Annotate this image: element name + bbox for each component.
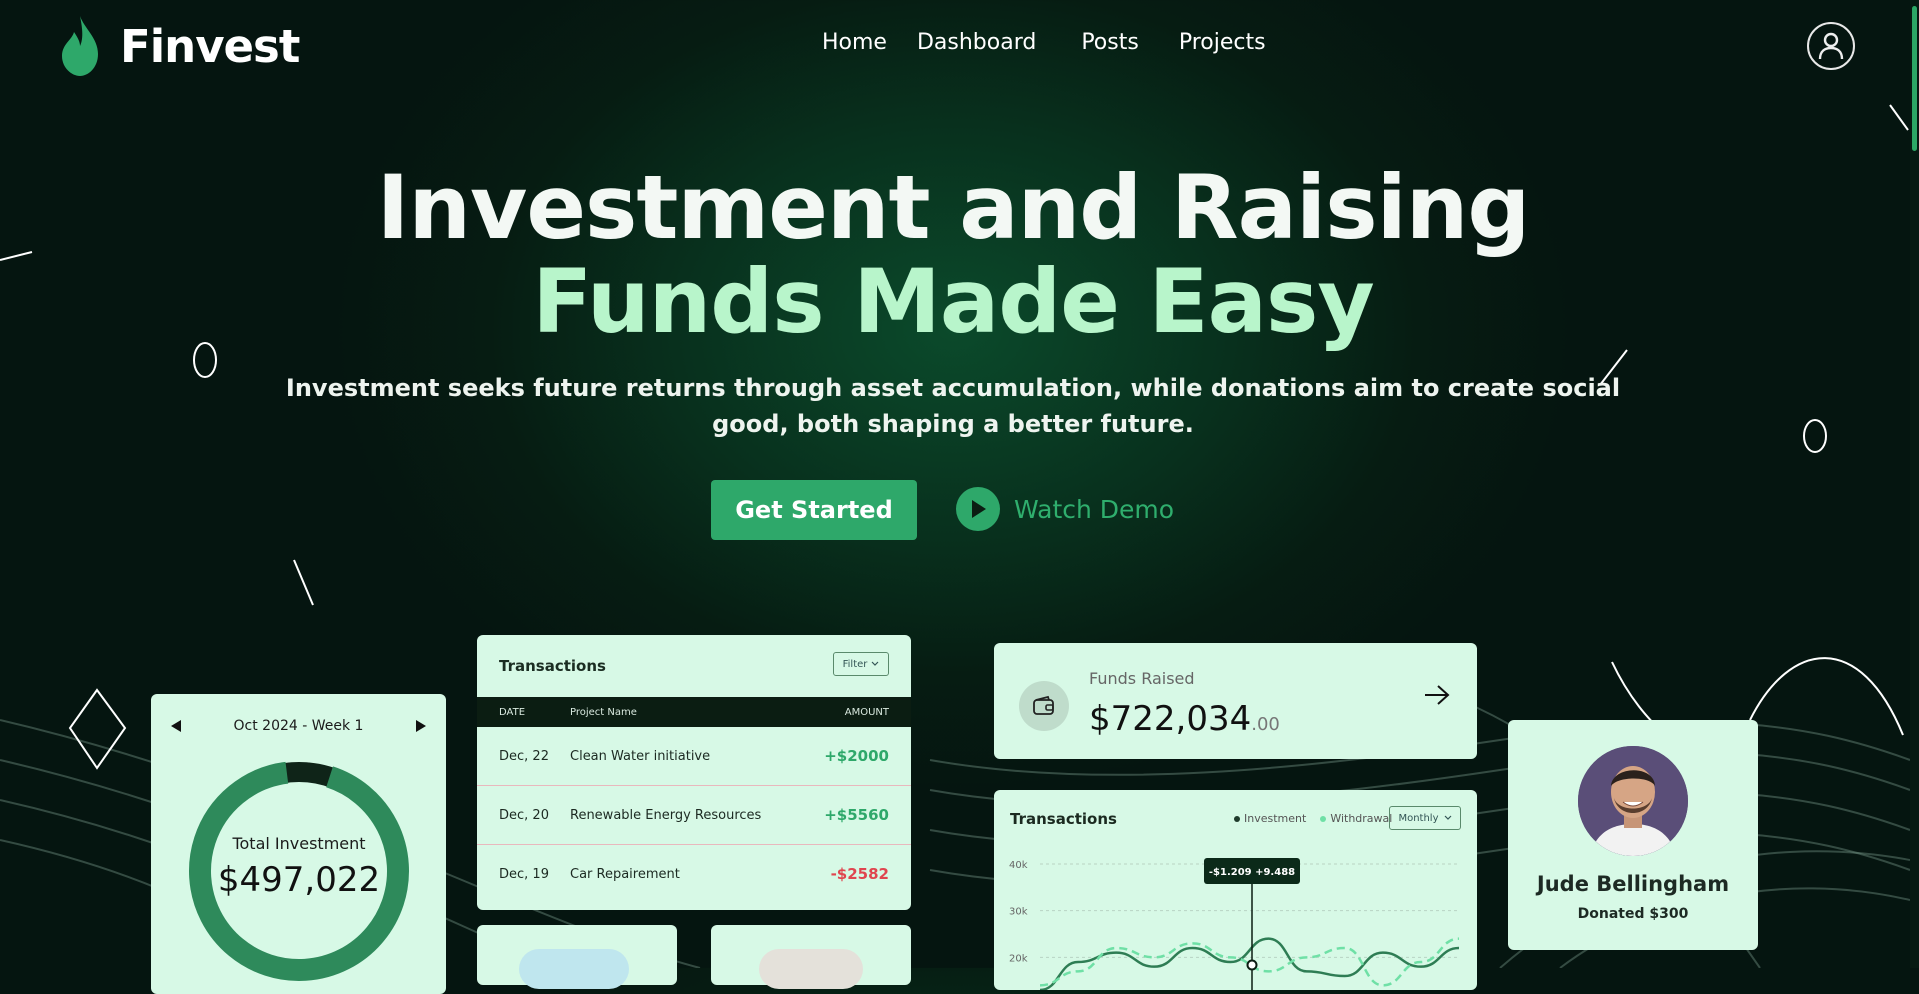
get-started-button[interactable]: Get Started <box>711 480 917 540</box>
hero-title-line1: Investment and Raising <box>376 156 1531 259</box>
row-date: Dec, 22 <box>499 748 549 764</box>
table-row[interactable]: Dec, 22 Clean Water initiative +$2000 <box>477 727 911 786</box>
funds-raised-card[interactable]: Funds Raised $722,034.00 <box>994 643 1477 759</box>
transactions-title: Transactions <box>499 657 606 675</box>
brand-name: Finvest <box>120 19 300 73</box>
main-nav: Home Dashboard Posts Projects <box>822 30 1266 55</box>
row-date: Dec, 19 <box>499 866 549 882</box>
row-date: Dec, 20 <box>499 807 549 823</box>
nav-item-posts[interactable]: Posts <box>1081 30 1139 55</box>
row-project-name: Clean Water initiative <box>570 748 711 764</box>
table-row[interactable]: Dec, 19 Car Repairement -$2582 <box>477 845 911 903</box>
brand-logo[interactable]: Finvest <box>60 14 300 78</box>
row-amount: +$2000 <box>824 747 889 765</box>
user-icon <box>1818 32 1844 60</box>
nav-item-projects[interactable]: Projects <box>1179 30 1266 55</box>
period-dropdown[interactable]: Monthly <box>1389 806 1461 830</box>
account-button[interactable] <box>1807 22 1855 70</box>
table-header: DATE Project Name AMOUNT <box>477 697 911 727</box>
row-amount: -$2582 <box>830 865 889 883</box>
row-project-name: Renewable Energy Resources <box>570 807 762 823</box>
total-investment-label: Total Investment <box>232 834 366 853</box>
chart-tooltip-text: -$1.209 +9.488 <box>1209 867 1295 878</box>
mini-stat-pill <box>519 949 629 989</box>
legend-investment: Investment <box>1234 812 1306 825</box>
column-project-name: Project Name <box>570 706 637 718</box>
legend-withdrawal: Withdrawal <box>1320 812 1392 825</box>
total-investment-card: Oct 2024 - Week 1 Total Investment $497,… <box>151 694 446 994</box>
y-tick-label: 40k <box>1009 860 1028 871</box>
y-tick-label: 20k <box>1009 953 1028 964</box>
chart-legend: Investment Withdrawal <box>1234 812 1392 825</box>
nav-item-home[interactable]: Home <box>822 30 887 55</box>
hero-subtitle: Investment seeks future returns through … <box>285 374 1621 438</box>
play-icon <box>956 487 1000 531</box>
mini-stat-card <box>711 925 911 989</box>
hero-title-line2: Funds Made Easy <box>532 250 1375 353</box>
chevron-down-icon <box>871 661 879 666</box>
investment-donut: Total Investment $497,022 <box>188 760 410 982</box>
donor-name: Jude Bellingham <box>1536 872 1730 896</box>
column-date: DATE <box>499 706 526 718</box>
donor-amount: Donated $300 <box>1577 906 1689 922</box>
filter-dropdown[interactable]: Filter <box>833 652 889 676</box>
donor-card[interactable]: Jude Bellingham Donated $300 <box>1508 720 1758 950</box>
mini-stat-pill <box>759 949 863 989</box>
table-row[interactable]: Dec, 20 Renewable Energy Resources +$556… <box>477 786 911 845</box>
next-week-icon[interactable] <box>415 719 427 733</box>
watch-demo-button[interactable]: Watch Demo <box>956 487 1174 531</box>
flame-logo-icon <box>62 16 98 76</box>
funds-raised-value: $722,034.00 <box>1089 699 1280 739</box>
transactions-card: Transactions Filter DATE Project Name AM… <box>477 635 911 910</box>
week-selector: Oct 2024 - Week 1 <box>151 718 446 734</box>
period-label: Monthly <box>1398 812 1439 824</box>
row-amount: +$5560 <box>824 806 889 824</box>
watch-demo-label: Watch Demo <box>1014 494 1175 524</box>
arrow-right-icon[interactable] <box>1423 683 1451 707</box>
scrollbar-thumb[interactable] <box>1912 6 1917 151</box>
prev-week-icon[interactable] <box>170 719 182 733</box>
y-tick-label: 30k <box>1009 907 1028 918</box>
total-investment-value: $497,022 <box>217 860 381 900</box>
chevron-down-icon <box>1444 815 1451 820</box>
nav-item-dashboard[interactable]: Dashboard <box>917 30 1036 55</box>
funds-raised-label: Funds Raised <box>1089 669 1195 688</box>
funds-raised-cents: .00 <box>1251 714 1280 735</box>
week-label: Oct 2024 - Week 1 <box>233 718 364 734</box>
column-amount: AMOUNT <box>844 706 889 718</box>
funds-raised-amount: $722,034 <box>1089 699 1252 739</box>
transactions-chart-card: Transactions Investment Withdrawal Month… <box>994 790 1477 990</box>
wallet-icon <box>1019 681 1069 731</box>
filter-label: Filter <box>842 658 868 670</box>
row-project-name: Car Repairement <box>570 866 680 882</box>
mini-stat-card <box>477 925 677 989</box>
chart-title: Transactions <box>1010 810 1117 828</box>
donor-avatar <box>1578 746 1688 856</box>
hover-marker-dot <box>1246 959 1258 971</box>
